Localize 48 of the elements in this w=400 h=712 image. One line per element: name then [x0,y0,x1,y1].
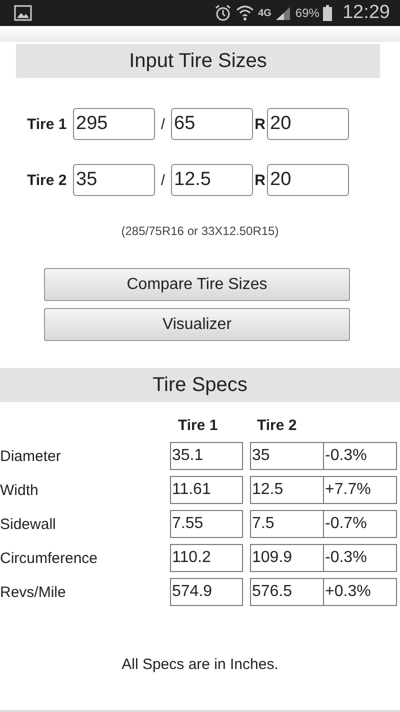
tire-1-value: 11.61 [170,476,243,504]
rim-field[interactable]: 20 [267,108,349,140]
tire-label: Tire 1 [27,116,68,132]
column-header: Tire 1 [178,417,219,434]
section-header: Tire Specs [0,368,400,402]
tire-2-value: 576.5 [250,578,324,606]
wifi-icon [236,5,254,21]
spec-label: Sidewall [0,516,57,532]
spec-label: Revs/Mile [0,584,67,600]
difference-value: +0.3% [324,578,397,606]
tire-1-value: 35.1 [170,442,243,470]
separator-slash: / [160,172,166,188]
format-hint: (285/75R16 or 33X12.50R15) [120,224,280,238]
battery-percent: 69% [295,6,320,20]
tire-2-value: 35 [250,442,324,470]
spec-label: Diameter [0,448,62,464]
ratio-field[interactable]: 65 [171,108,253,140]
action-button[interactable]: Visualizer [44,308,350,341]
alarm-icon [214,4,232,22]
difference-value: -0.3% [324,544,397,572]
tire-1-value: 110.2 [170,544,243,572]
spec-label: Circumference [0,550,99,566]
spec-label: Width [0,482,40,498]
tire-2-value: 12.5 [250,476,324,504]
column-header: Tire 2 [257,417,298,434]
signal-icon [275,6,292,20]
tire-2-value: 7.5 [250,510,324,538]
rim-field[interactable]: 20 [267,164,349,196]
rim-label: R [254,172,266,188]
difference-value: +7.7% [324,476,397,504]
difference-value: -0.3% [324,442,397,470]
section-header: Input Tire Sizes [16,44,380,78]
separator-slash: / [160,116,166,132]
tire-1-value: 7.55 [170,510,243,538]
rim-label: R [254,116,266,132]
battery-icon [323,5,332,21]
tire-2-value: 109.9 [250,544,324,572]
network-type: 4G [258,8,272,18]
tire-1-value: 574.9 [170,578,243,606]
image-icon [14,5,32,21]
clock: 12:29 [342,2,390,24]
difference-value: -0.7% [324,510,397,538]
width-field[interactable]: 35 [73,164,155,196]
width-field[interactable]: 295 [73,108,155,140]
ratio-field[interactable]: 12.5 [171,164,253,196]
units-note: All Specs are in Inches. [120,656,280,673]
action-button[interactable]: Compare Tire Sizes [44,268,350,301]
tire-label: Tire 2 [27,172,68,188]
